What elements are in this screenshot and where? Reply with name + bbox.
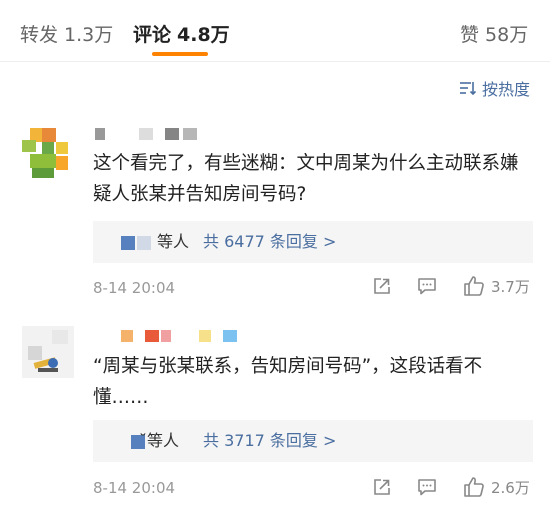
comment-timestamp: 8-14 20:04: [93, 479, 176, 497]
view-replies-link[interactable]: 共 6477 条回复 >: [203, 221, 336, 263]
comment-text: “周某与张某联系，告知房间号码”，这段话看不懂……: [93, 356, 483, 408]
share-button[interactable]: [372, 276, 392, 296]
tab-likes-count: 58万: [485, 24, 529, 46]
comment-timestamp: 8-14 20:04: [93, 279, 176, 297]
view-replies-link[interactable]: 共 3717 条回复 >: [203, 420, 336, 462]
active-tab-indicator: [152, 52, 208, 56]
share-button[interactable]: [372, 477, 392, 497]
sort-by-hot-button[interactable]: 按热度: [458, 76, 530, 100]
comment-button[interactable]: [417, 477, 437, 497]
comment-icon: [418, 479, 436, 496]
sort-label: 按热度: [481, 80, 530, 99]
like-count: 3.7万: [491, 277, 530, 296]
reply-preview[interactable]: ̆等人 共 3717 条回复 >: [93, 420, 533, 462]
like-icon: [464, 477, 484, 497]
redacted-block: [137, 236, 151, 250]
reply-preview-text: 等人: [157, 232, 190, 251]
username-redacted[interactable]: [93, 128, 203, 140]
share-icon: [374, 278, 390, 294]
redacted-block: [121, 236, 135, 250]
sort-icon: [459, 82, 476, 96]
comment-tabs: 转发 1.3万 评论 4.8万 赞 58万: [0, 0, 550, 62]
tab-likes-label: 赞: [460, 24, 480, 46]
like-button[interactable]: 2.6万: [463, 476, 530, 498]
comment-button[interactable]: [417, 276, 437, 296]
tab-reposts[interactable]: 转发 1.3万: [20, 20, 113, 47]
reply-preview[interactable]: 等人 共 6477 条回复 >: [93, 221, 533, 263]
tab-comments-count: 4.8万: [177, 24, 230, 46]
tab-comments-label: 评论: [133, 24, 172, 46]
redacted-block: [131, 435, 145, 449]
tab-comments[interactable]: 评论 4.8万: [133, 20, 230, 47]
share-icon: [374, 479, 390, 495]
like-count: 2.6万: [491, 478, 530, 497]
like-icon: [464, 276, 484, 296]
comment-icon: [418, 278, 436, 295]
like-button[interactable]: 3.7万: [463, 275, 530, 297]
tab-likes[interactable]: 赞 58万: [460, 20, 528, 47]
username-redacted[interactable]: [93, 330, 243, 342]
avatar[interactable]: [22, 326, 74, 378]
tab-reposts-label: 转发: [20, 24, 59, 46]
avatar[interactable]: [22, 128, 74, 180]
reply-preview-text: ̆等人: [147, 431, 180, 450]
tab-reposts-count: 1.3万: [64, 24, 114, 46]
comment-text: 这个看完了，有些迷糊：文中周某为什么主动联系嫌疑人张某并告知房间号码?: [93, 153, 519, 205]
